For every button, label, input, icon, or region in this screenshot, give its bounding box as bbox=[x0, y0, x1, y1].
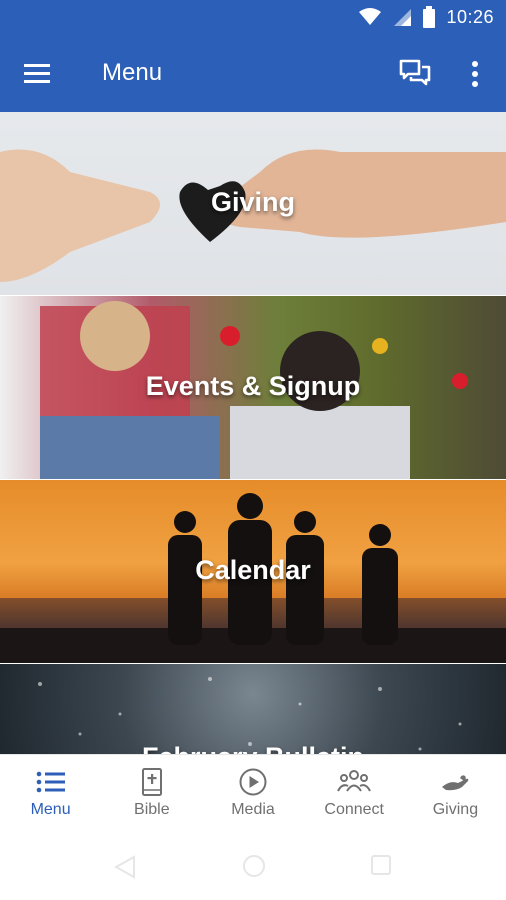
system-navigation-bar bbox=[0, 832, 506, 900]
tile-label: February Bulletin bbox=[0, 742, 506, 754]
recent-apps-icon[interactable] bbox=[368, 852, 394, 878]
signal-icon bbox=[394, 9, 412, 26]
page-title: Menu bbox=[102, 59, 163, 86]
nav-label: Bible bbox=[134, 801, 170, 818]
hamburger-menu-icon[interactable] bbox=[22, 60, 56, 88]
bulletin-photo bbox=[38, 677, 462, 751]
tile-calendar[interactable]: Calendar bbox=[0, 480, 506, 663]
tile-label: Calendar bbox=[195, 555, 311, 585]
nav-label: Menu bbox=[30, 801, 71, 818]
people-icon bbox=[337, 770, 372, 792]
wifi-icon bbox=[359, 8, 382, 25]
more-vert-icon[interactable] bbox=[464, 58, 486, 90]
giving-hand-icon bbox=[442, 775, 469, 791]
home-icon[interactable] bbox=[240, 852, 268, 880]
list-icon bbox=[36, 771, 65, 793]
nav-item-menu[interactable]: Menu bbox=[0, 755, 101, 833]
nav-item-bible[interactable]: Bible bbox=[101, 755, 202, 833]
bottom-navigation: Menu Bible Media Connect Giving bbox=[0, 754, 506, 833]
tile-giving[interactable]: Giving bbox=[0, 112, 506, 295]
nav-item-giving[interactable]: Giving bbox=[405, 755, 506, 833]
tile-february-bulletin[interactable]: February Bulletin bbox=[0, 664, 506, 754]
nav-item-connect[interactable]: Connect bbox=[304, 755, 405, 833]
chat-icon[interactable] bbox=[398, 58, 432, 90]
tile-events-signup[interactable]: Events & Signup bbox=[0, 296, 506, 479]
status-icons: 10:26 bbox=[358, 6, 494, 28]
bible-icon bbox=[141, 768, 162, 796]
status-bar: 10:26 bbox=[0, 0, 506, 36]
nav-label: Connect bbox=[324, 801, 384, 818]
status-time: 10:26 bbox=[446, 6, 494, 27]
back-icon[interactable] bbox=[110, 852, 140, 882]
play-icon bbox=[239, 768, 267, 796]
nav-label: Giving bbox=[432, 801, 479, 818]
app-bar: Menu bbox=[0, 36, 506, 112]
tile-label: Events & Signup bbox=[145, 371, 361, 401]
nav-label: Media bbox=[231, 801, 275, 818]
battery-icon bbox=[423, 6, 436, 28]
nav-item-media[interactable]: Media bbox=[202, 755, 303, 833]
tile-label: Giving bbox=[210, 187, 295, 217]
menu-tiles: Giving Events & Signup Calendar bbox=[0, 112, 506, 754]
